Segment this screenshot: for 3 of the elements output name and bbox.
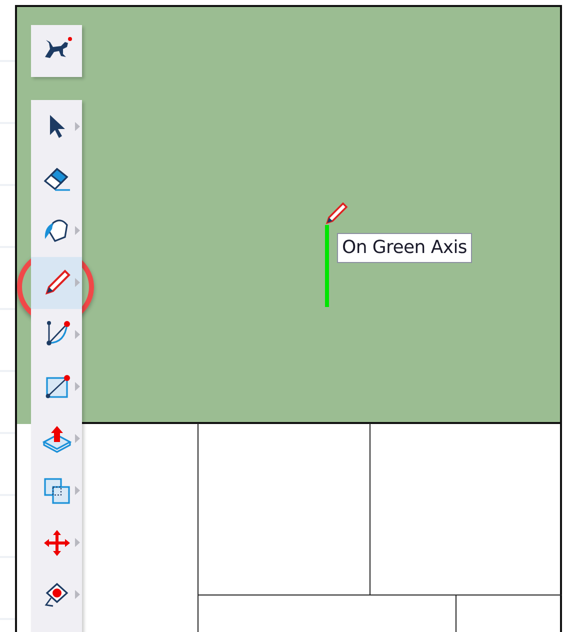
tooltip: On Green Axis [337,233,472,263]
tool-button[interactable] [31,257,82,309]
logo-button[interactable] [31,25,82,77]
